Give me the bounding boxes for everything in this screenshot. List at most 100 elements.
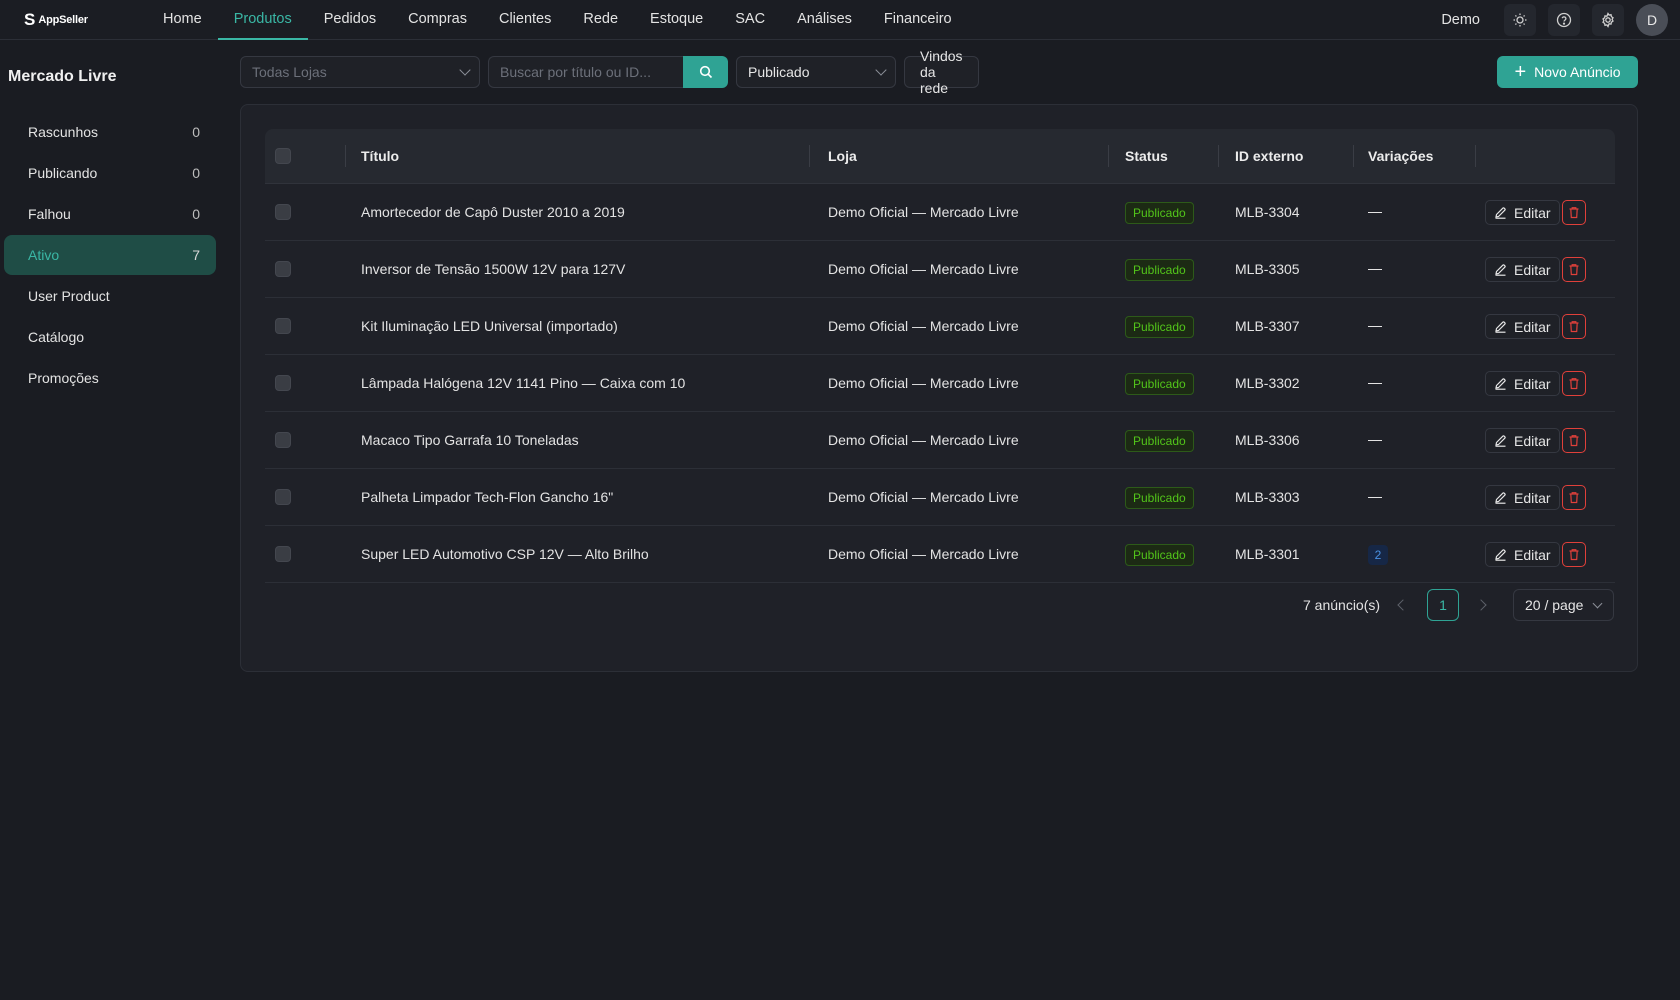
sidebar-item-publicando[interactable]: Publicando 0 bbox=[4, 153, 216, 193]
trash-icon bbox=[1569, 321, 1579, 333]
settings-button[interactable] bbox=[1592, 4, 1624, 36]
empty-variations-dash bbox=[1368, 212, 1382, 213]
table-row[interactable]: Amortecedor de Capô Duster 2010 a 2019 D… bbox=[265, 184, 1615, 241]
trash-icon bbox=[1569, 207, 1579, 219]
row-checkbox[interactable] bbox=[275, 489, 291, 505]
header-external-id[interactable]: ID externo bbox=[1235, 129, 1303, 184]
nav-item-sac[interactable]: SAC bbox=[719, 0, 781, 40]
gear-icon bbox=[1602, 12, 1614, 28]
delete-button[interactable] bbox=[1562, 257, 1586, 282]
help-button[interactable] bbox=[1548, 4, 1580, 36]
nav-item-compras[interactable]: Compras bbox=[392, 0, 483, 40]
nav-item-home[interactable]: Home bbox=[147, 0, 218, 40]
nav-item-analises[interactable]: Análises bbox=[781, 0, 868, 40]
table-row[interactable]: Super LED Automotivo CSP 12V — Alto Bril… bbox=[265, 526, 1615, 583]
search-input[interactable] bbox=[488, 56, 683, 88]
delete-button[interactable] bbox=[1562, 314, 1586, 339]
top-navbar: S AppSeller Home Produtos Pedidos Compras Cl… bbox=[0, 0, 1680, 40]
edit-icon bbox=[1495, 321, 1506, 333]
delete-button[interactable] bbox=[1562, 428, 1586, 453]
trash-icon bbox=[1569, 492, 1579, 504]
nav-item-rede[interactable]: Rede bbox=[567, 0, 634, 40]
table-body: Amortecedor de Capô Duster 2010 a 2019 D… bbox=[265, 184, 1615, 583]
search-button[interactable] bbox=[683, 56, 728, 88]
network-button[interactable]: Vindos da rede bbox=[904, 48, 979, 96]
row-checkbox[interactable] bbox=[275, 261, 291, 277]
search-icon bbox=[699, 65, 712, 79]
edit-button[interactable]: Editar bbox=[1485, 257, 1560, 282]
nav-item-clientes[interactable]: Clientes bbox=[483, 0, 567, 40]
edit-button[interactable]: Editar bbox=[1485, 542, 1560, 567]
column-divider bbox=[809, 145, 810, 167]
theme-toggle-button[interactable] bbox=[1504, 4, 1536, 36]
edit-label: Editar bbox=[1514, 546, 1551, 563]
header-title[interactable]: Título bbox=[361, 129, 399, 184]
row-checkbox[interactable] bbox=[275, 318, 291, 334]
edit-icon bbox=[1495, 264, 1506, 276]
edit-label: Editar bbox=[1514, 204, 1551, 221]
delete-button[interactable] bbox=[1562, 485, 1586, 510]
status-badge: Publicado bbox=[1125, 487, 1194, 509]
cell-external-id: MLB-3306 bbox=[1235, 432, 1300, 448]
store-select[interactable]: Todas Lojas bbox=[240, 56, 480, 88]
sidebar-item-user-product[interactable]: User Product bbox=[4, 276, 216, 316]
cell-external-id: MLB-3307 bbox=[1235, 318, 1300, 334]
sidebar-item-label: Promoções bbox=[28, 370, 99, 386]
sidebar-item-count: 0 bbox=[192, 206, 200, 222]
page-1-button[interactable]: 1 bbox=[1427, 589, 1459, 621]
next-page-icon[interactable] bbox=[1475, 599, 1487, 611]
edit-button[interactable]: Editar bbox=[1485, 314, 1560, 339]
row-checkbox[interactable] bbox=[275, 375, 291, 391]
edit-button[interactable]: Editar bbox=[1485, 371, 1560, 396]
avatar[interactable]: D bbox=[1636, 4, 1668, 36]
sidebar-item-promocoes[interactable]: Promoções bbox=[4, 358, 216, 398]
edit-button[interactable]: Editar bbox=[1485, 485, 1560, 510]
nav-item-financeiro[interactable]: Financeiro bbox=[868, 0, 968, 40]
page-size-select[interactable]: 20 / page bbox=[1513, 589, 1614, 621]
select-all-checkbox[interactable] bbox=[275, 148, 291, 164]
empty-variations-dash bbox=[1368, 497, 1382, 498]
delete-button[interactable] bbox=[1562, 371, 1586, 396]
cell-external-id: MLB-3304 bbox=[1235, 204, 1300, 220]
edit-label: Editar bbox=[1514, 432, 1551, 449]
table-row[interactable]: Inversor de Tensão 1500W 12V para 127V D… bbox=[265, 241, 1615, 298]
table-row[interactable]: Kit Iluminação LED Universal (importado)… bbox=[265, 298, 1615, 355]
table-row[interactable]: Macaco Tipo Garrafa 10 Toneladas Demo Of… bbox=[265, 412, 1615, 469]
app-logo[interactable]: S AppSeller bbox=[24, 10, 139, 30]
nav-item-estoque[interactable]: Estoque bbox=[634, 0, 719, 40]
header-status[interactable]: Status bbox=[1125, 129, 1168, 184]
header-store[interactable]: Loja bbox=[828, 129, 857, 184]
sidebar-item-label: Publicando bbox=[28, 165, 98, 181]
edit-button[interactable]: Editar bbox=[1485, 200, 1560, 225]
user-name: Demo bbox=[1441, 12, 1480, 28]
cell-store: Demo Oficial — Mercado Livre bbox=[828, 546, 1019, 562]
sidebar-item-label: Falhou bbox=[28, 206, 71, 222]
cell-store: Demo Oficial — Mercado Livre bbox=[828, 489, 1019, 505]
status-select[interactable]: Publicado bbox=[736, 56, 896, 88]
cell-title: Lâmpada Halógena 12V 1141 Pino — Caixa c… bbox=[361, 375, 686, 391]
sidebar-item-falhou[interactable]: Falhou 0 bbox=[4, 194, 216, 234]
sidebar-item-catalogo[interactable]: Catálogo bbox=[4, 317, 216, 357]
row-checkbox[interactable] bbox=[275, 204, 291, 220]
cell-external-id: MLB-3302 bbox=[1235, 375, 1300, 391]
column-divider bbox=[1353, 145, 1354, 167]
prev-page-icon[interactable] bbox=[1397, 599, 1409, 611]
cell-store: Demo Oficial — Mercado Livre bbox=[828, 375, 1019, 391]
header-variations[interactable]: Variações bbox=[1368, 129, 1433, 184]
delete-button[interactable] bbox=[1562, 542, 1586, 567]
status-select-value: Publicado bbox=[748, 64, 810, 80]
table-row[interactable]: Palheta Limpador Tech-Flon Gancho 16" De… bbox=[265, 469, 1615, 526]
top-right-actions: Demo D bbox=[1441, 0, 1668, 40]
row-checkbox[interactable] bbox=[275, 432, 291, 448]
delete-button[interactable] bbox=[1562, 200, 1586, 225]
sidebar-item-ativo[interactable]: Ativo 7 bbox=[4, 235, 216, 275]
edit-icon bbox=[1495, 549, 1506, 561]
nav-item-produtos[interactable]: Produtos bbox=[217, 0, 308, 40]
new-listing-button[interactable]: + Novo Anúncio bbox=[1497, 56, 1638, 88]
column-divider bbox=[1218, 145, 1219, 167]
sidebar-item-rascunhos[interactable]: Rascunhos 0 bbox=[4, 112, 216, 152]
table-row[interactable]: Lâmpada Halógena 12V 1141 Pino — Caixa c… bbox=[265, 355, 1615, 412]
edit-button[interactable]: Editar bbox=[1485, 428, 1560, 453]
row-checkbox[interactable] bbox=[275, 546, 291, 562]
nav-item-pedidos[interactable]: Pedidos bbox=[308, 0, 392, 40]
